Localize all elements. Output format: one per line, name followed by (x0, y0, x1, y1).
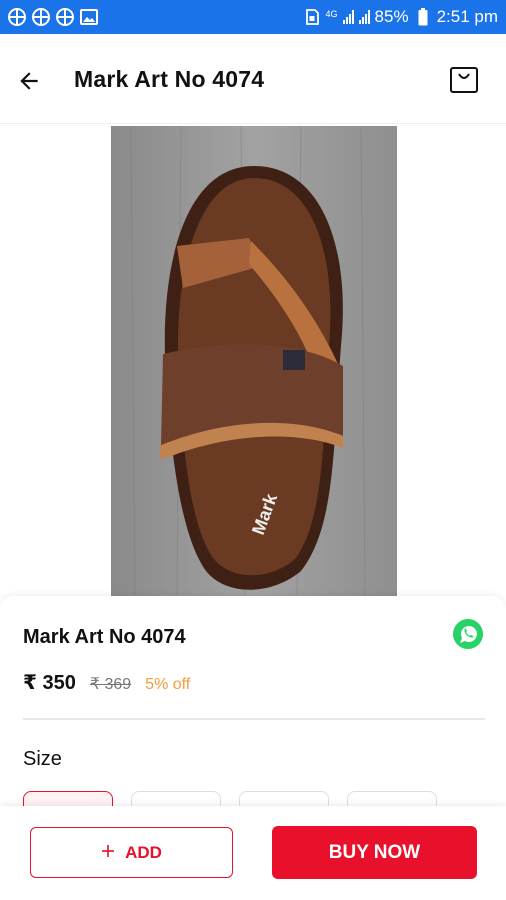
plus-icon (101, 843, 115, 863)
signal-icon (342, 10, 354, 24)
app-bar: Mark Art No 4074 (0, 34, 506, 124)
product-image-area: Mark (0, 124, 506, 596)
buy-now-label: BUY NOW (328, 841, 421, 863)
price: ₹ 350 (23, 672, 76, 694)
product-name: Mark Art No 4074 (23, 626, 186, 648)
clock: 2:51 pm (436, 7, 498, 26)
discount-badge: 5% off (145, 676, 191, 693)
bottom-action-bar: ADD BUY NOW (0, 806, 506, 900)
sim-icon (303, 8, 321, 26)
app-grid-icon (32, 8, 50, 26)
product-details-card: Mark Art No 4074 ₹ 350 ₹ 369 5% off Size (0, 596, 506, 821)
whatsapp-icon[interactable] (452, 618, 484, 650)
battery-percent: 85% (374, 7, 409, 26)
divider (23, 718, 485, 720)
arrow-left-icon[interactable] (14, 66, 44, 96)
add-button-label: ADD (125, 842, 162, 862)
network-type: 4G (325, 8, 338, 19)
mrp-price: ₹ 369 (89, 676, 132, 693)
buy-now-button[interactable]: BUY NOW (272, 826, 477, 879)
app-grid-icon (8, 8, 26, 26)
page-title: Mark Art No 4074 (74, 66, 265, 92)
battery-icon (414, 8, 432, 26)
shopping-bag-icon[interactable] (448, 64, 480, 96)
status-bar: 4G 85% 2:51 pm (0, 0, 506, 34)
product-image[interactable]: Mark (111, 126, 397, 596)
size-label: Size (23, 748, 62, 770)
app-grid-icon (56, 8, 74, 26)
image-icon (80, 8, 98, 26)
add-to-cart-button[interactable]: ADD (30, 827, 233, 878)
signal-icon (358, 10, 370, 24)
price-row: ₹ 350 ₹ 369 5% off (23, 670, 190, 695)
